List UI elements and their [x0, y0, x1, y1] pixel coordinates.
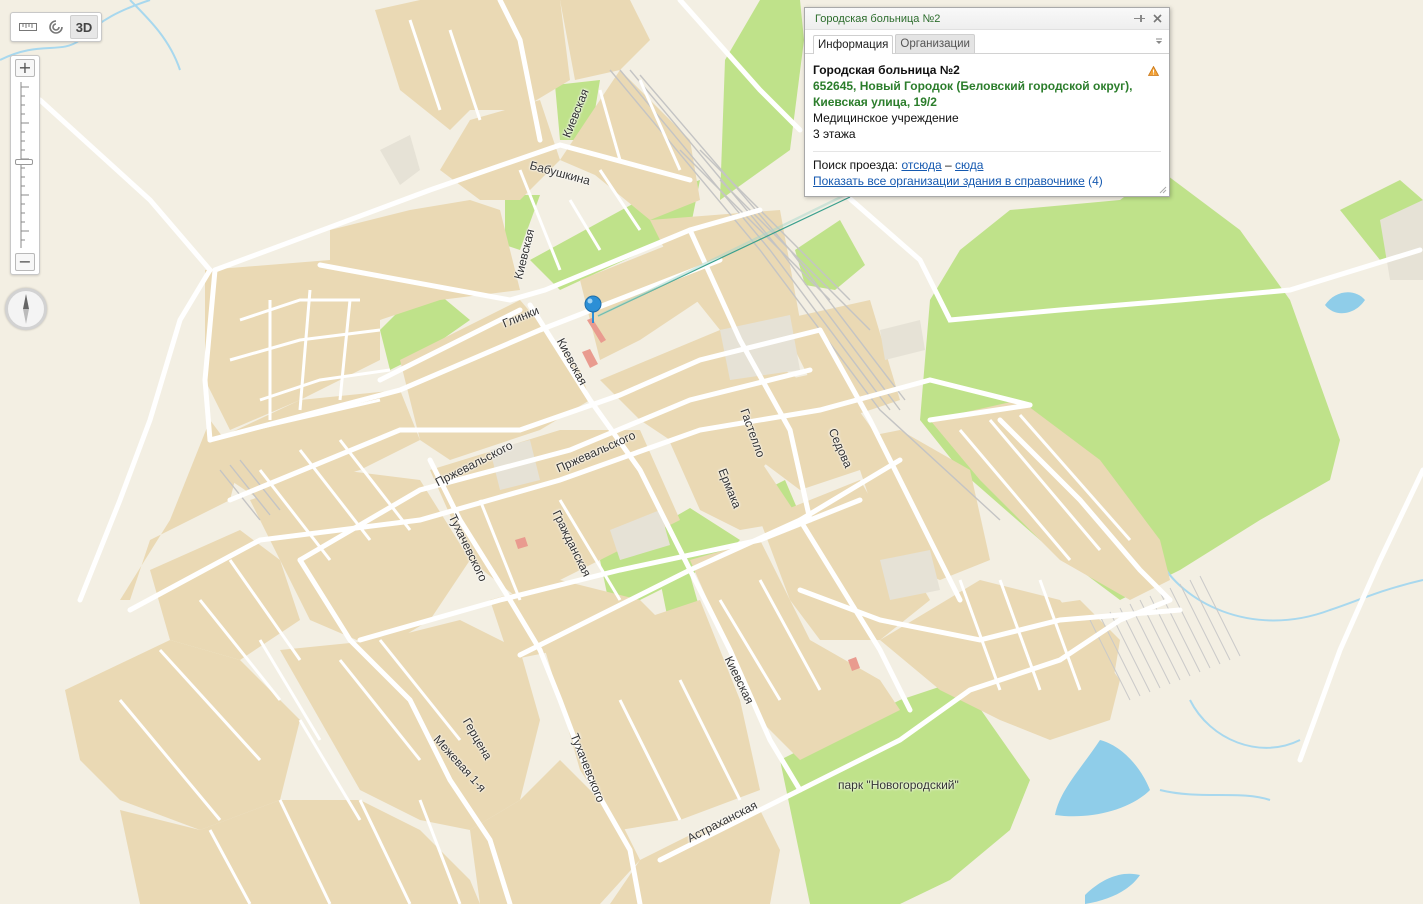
tabs-menu-button[interactable]: [1155, 37, 1163, 48]
ruler-button[interactable]: [14, 15, 42, 39]
compass-control[interactable]: [5, 288, 47, 330]
pin-icon: [1133, 14, 1145, 22]
chevron-down-icon: [1156, 38, 1162, 44]
organization-floors: 3 этажа: [813, 127, 856, 141]
resize-grip-icon[interactable]: [1159, 186, 1167, 194]
route-to-link[interactable]: сюда: [955, 158, 983, 172]
balloon-tabs: Информация Организации: [805, 30, 1169, 54]
warning-icon[interactable]: [1148, 66, 1159, 76]
zoom-control: + −: [10, 55, 40, 275]
show-all-orgs: Показать все организации здания в справо…: [813, 173, 1161, 189]
organization-type: Медицинское учреждение: [813, 111, 959, 125]
tab-organizations[interactable]: Организации: [895, 34, 975, 53]
route-separator: –: [944, 158, 952, 172]
close-balloon-button[interactable]: [1151, 11, 1163, 25]
map-toolbar: 3D: [10, 12, 102, 42]
park-label: парк "Новогородский": [838, 778, 959, 792]
balloon-header: Городская больница №2: [805, 8, 1169, 30]
zoom-in-button[interactable]: +: [15, 59, 35, 77]
tab-information[interactable]: Информация: [813, 35, 894, 54]
divider: [813, 151, 1161, 152]
route-label: Поиск проезда:: [813, 158, 899, 172]
layers-button[interactable]: [42, 15, 70, 39]
ruler-icon: [19, 23, 37, 31]
close-icon: [1152, 13, 1162, 23]
info-balloon: Городская больница №2 Информация Организ…: [804, 7, 1170, 197]
show-all-orgs-count: (4): [1088, 174, 1103, 188]
organization-name: Городская больница №2: [813, 63, 960, 77]
show-all-orgs-link[interactable]: Показать все организации здания в справо…: [813, 174, 1085, 188]
zoom-scale[interactable]: [19, 82, 31, 248]
route-search: Поиск проезда: отсюда – сюда: [813, 157, 1161, 173]
balloon-body: Городская больница №2 652645, Новый Горо…: [805, 54, 1169, 189]
route-from-link[interactable]: отсюда: [901, 158, 941, 172]
layers-icon: [49, 20, 63, 34]
organization-address: 652645, Новый Городок (Беловский городск…: [813, 79, 1133, 109]
pin-balloon-button[interactable]: [1133, 11, 1145, 25]
map-canvas[interactable]: Киевская Бабушкина Киевская Глинки Киевс…: [0, 0, 1423, 904]
compass-needle-icon: [23, 294, 29, 324]
map-layer: [0, 0, 1423, 904]
zoom-slider-thumb[interactable]: [15, 159, 33, 165]
3d-label: 3D: [75, 19, 93, 35]
3d-toggle[interactable]: 3D: [70, 15, 98, 39]
placemark-pin-icon[interactable]: [582, 294, 604, 324]
balloon-title: Городская больница №2: [815, 12, 941, 25]
zoom-out-button[interactable]: −: [15, 253, 35, 271]
